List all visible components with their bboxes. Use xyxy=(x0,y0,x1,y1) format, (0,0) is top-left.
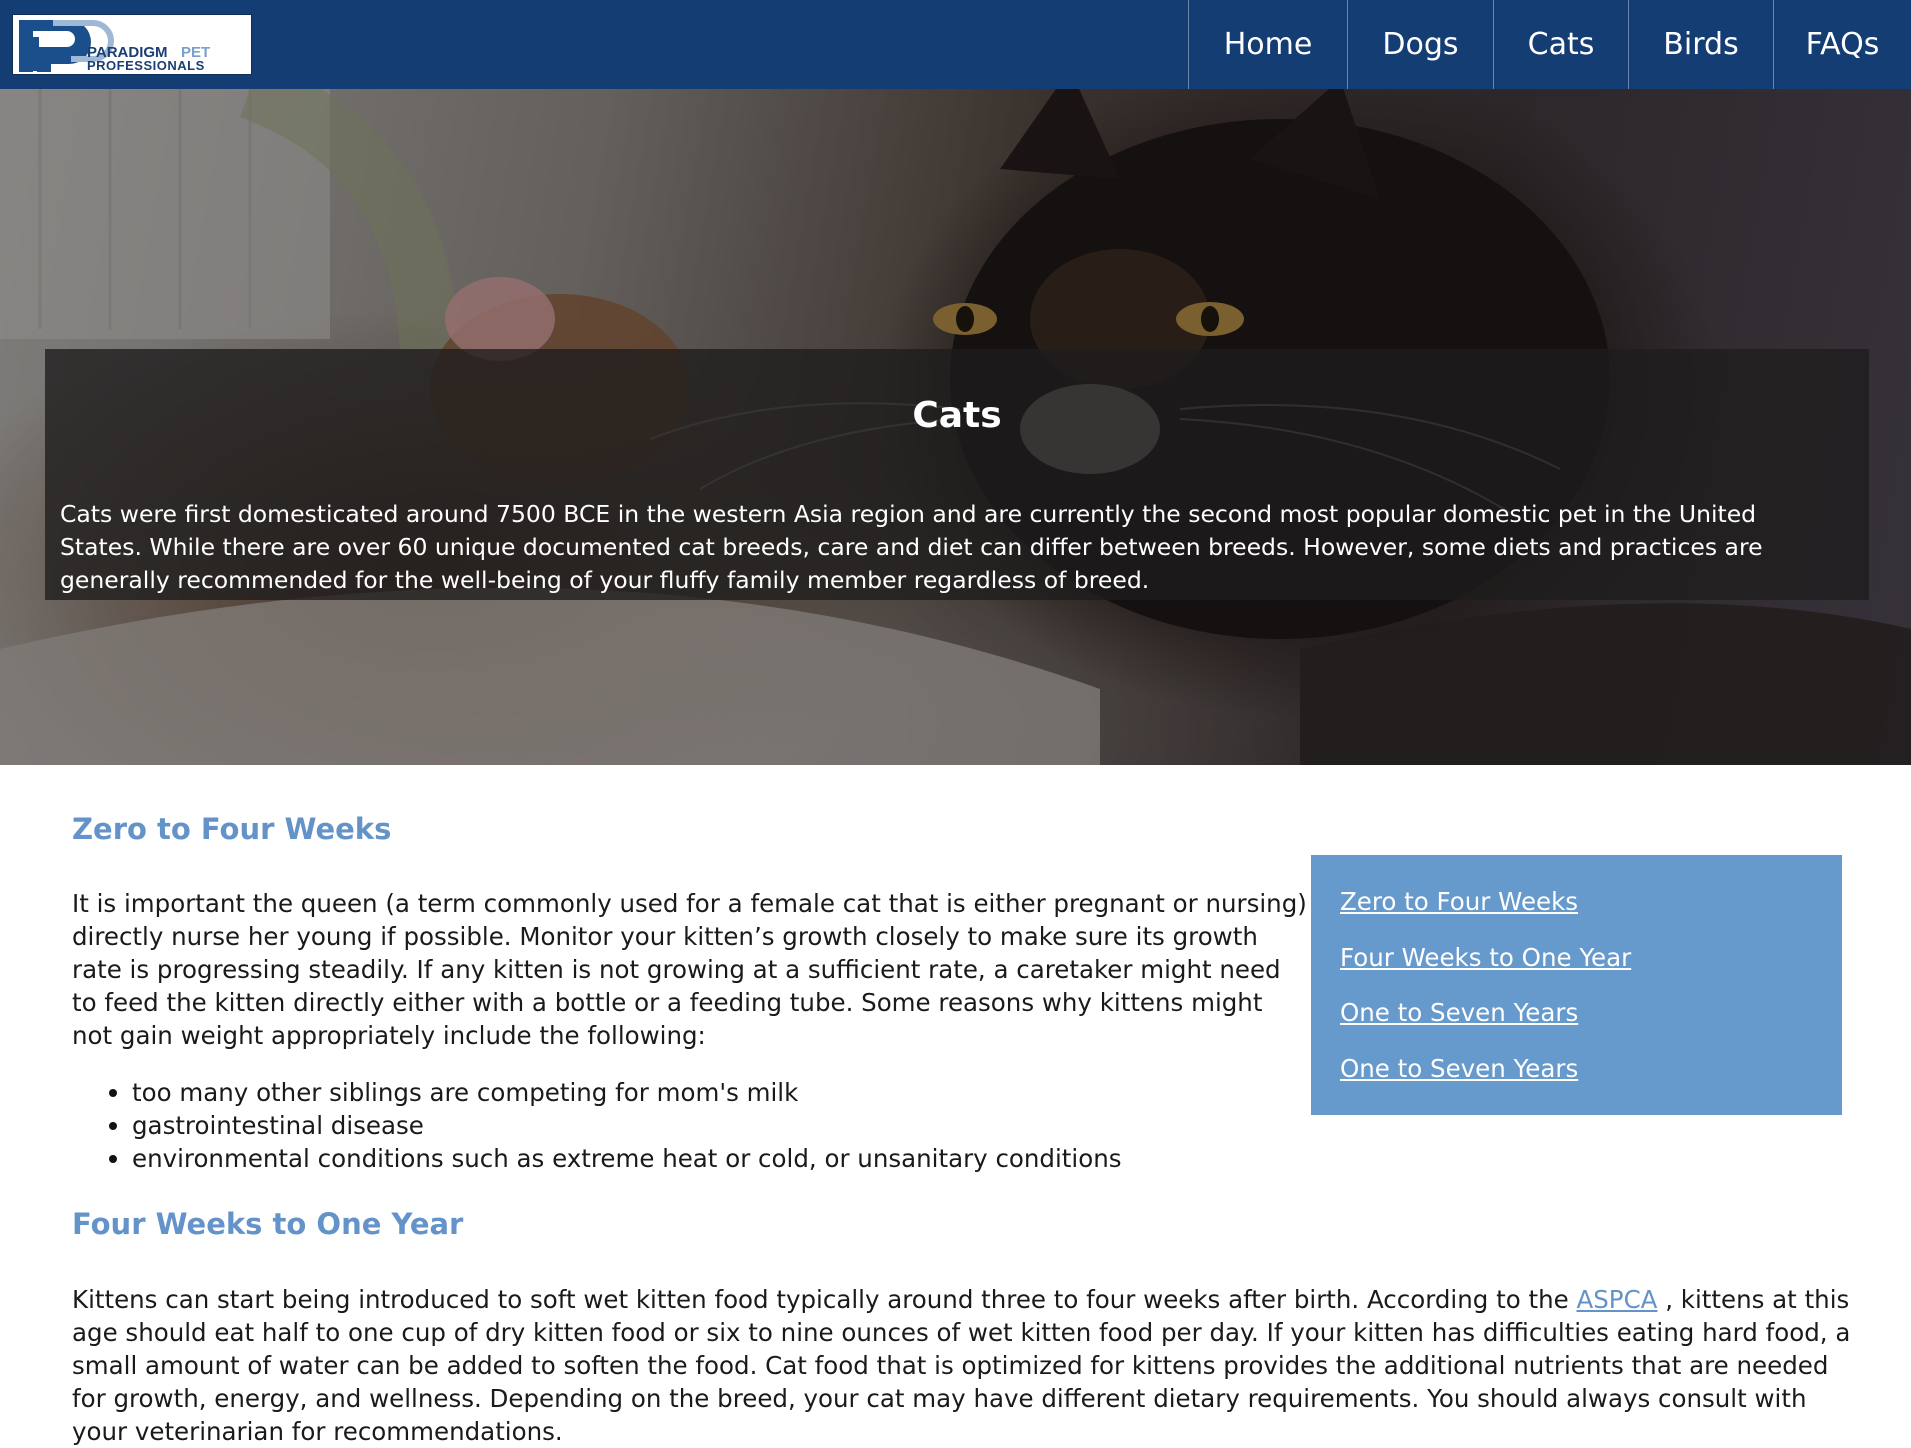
site-logo[interactable]: PARADIGM PET PROFESSIONALS xyxy=(12,14,252,75)
main-nav: Home Dogs Cats Birds FAQs xyxy=(1188,0,1911,89)
toc-link-one-to-seven-years-2[interactable]: One to Seven Years xyxy=(1340,1054,1578,1083)
heading-four-weeks-to-one-year: Four Weeks to One Year xyxy=(72,1207,464,1241)
list-item: environmental conditions such as extreme… xyxy=(109,1144,1122,1173)
hero-banner: Cats Cats were first domesticated around… xyxy=(0,89,1911,765)
nav-faqs[interactable]: FAQs xyxy=(1773,0,1911,89)
heading-zero-to-four-weeks: Zero to Four Weeks xyxy=(72,812,392,846)
toc-link-zero-to-four-weeks[interactable]: Zero to Four Weeks xyxy=(1340,887,1578,916)
top-navbar: PARADIGM PET PROFESSIONALS Home Dogs Cat… xyxy=(0,0,1911,89)
nav-dogs[interactable]: Dogs xyxy=(1347,0,1493,89)
toc-link-four-weeks-to-one-year[interactable]: Four Weeks to One Year xyxy=(1340,943,1631,972)
paragraph-four-weeks-to-one-year: Kittens can start being introduced to so… xyxy=(72,1283,1857,1448)
nav-home[interactable]: Home xyxy=(1188,0,1347,89)
hero-intro-text: Cats were first domesticated around 7500… xyxy=(60,499,1763,594)
nav-birds[interactable]: Birds xyxy=(1628,0,1773,89)
logo-text-line2: PROFESSIONALS xyxy=(87,58,205,73)
weight-reasons-list: too many other siblings are competing fo… xyxy=(109,1076,1122,1175)
hero-caption-card: Cats Cats were first domesticated around… xyxy=(45,349,1869,600)
section-nav-box: Zero to Four Weeks Four Weeks to One Yea… xyxy=(1311,855,1842,1115)
paragraph-text: Kittens can start being introduced to so… xyxy=(72,1285,1577,1314)
nav-cats[interactable]: Cats xyxy=(1493,0,1628,89)
page-title: Cats xyxy=(912,395,1002,436)
paragraph-zero-to-four-weeks: It is important the queen (a term common… xyxy=(72,889,1307,1050)
list-item: gastrointestinal disease xyxy=(109,1109,1122,1142)
toc-link-one-to-seven-years[interactable]: One to Seven Years xyxy=(1340,998,1578,1027)
list-item: too many other siblings are competing fo… xyxy=(109,1076,1122,1109)
aspca-link[interactable]: ASPCA xyxy=(1576,1285,1657,1314)
